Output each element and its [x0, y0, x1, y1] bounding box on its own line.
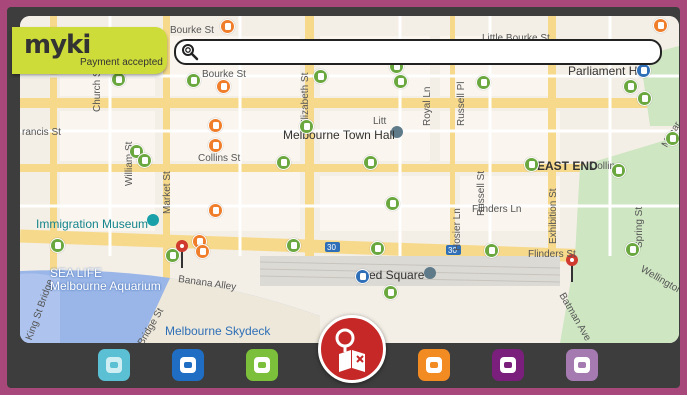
- street-label: Collins St: [198, 153, 241, 164]
- bus-icon: [426, 357, 442, 373]
- regional-train-icon: [500, 357, 516, 373]
- museum-icon: [147, 214, 159, 226]
- tram-stop-icon[interactable]: [611, 163, 626, 178]
- street-label: Bourke St: [170, 25, 214, 36]
- bus-stop-icon[interactable]: [208, 138, 223, 153]
- train-icon: [106, 357, 122, 373]
- search-input[interactable]: [204, 43, 648, 61]
- tram-mode-button[interactable]: [246, 349, 278, 381]
- route-badge-1: 30: [327, 243, 336, 252]
- street-label: Elizabeth St: [300, 72, 311, 126]
- place-label-sea-life-2[interactable]: Melbourne Aquarium: [50, 279, 161, 293]
- street-label: Market St: [162, 171, 173, 214]
- nearby-stops-icon: [335, 328, 365, 372]
- street-label: Exhibition St: [548, 188, 559, 244]
- search-icon[interactable]: [181, 43, 199, 61]
- bus-mode-button[interactable]: [418, 349, 450, 381]
- tram-stop-icon[interactable]: [276, 155, 291, 170]
- tram-stop-icon[interactable]: [186, 73, 201, 88]
- myki-logo: myki Payment accepted: [12, 27, 167, 74]
- tram-stop-icon[interactable]: [299, 119, 314, 134]
- tram-stop-icon[interactable]: [111, 72, 126, 87]
- tram-stop-icon[interactable]: [383, 285, 398, 300]
- nearby-stops-button[interactable]: [318, 315, 386, 383]
- tram-stop-icon[interactable]: [370, 241, 385, 256]
- street-label: Russell St: [476, 170, 487, 216]
- tram-stop-icon[interactable]: [476, 75, 491, 90]
- brand-name: myki: [24, 30, 91, 60]
- bus-stop-icon[interactable]: [653, 18, 668, 33]
- train-station-icon[interactable]: [636, 63, 651, 78]
- regional-mode-button[interactable]: [492, 349, 524, 381]
- place-label-east-end[interactable]: EAST END: [537, 159, 598, 173]
- street-label: Russell Pl: [456, 81, 467, 126]
- tram-stop-icon[interactable]: [637, 91, 652, 106]
- train-station-icon[interactable]: [355, 269, 370, 284]
- coach-mode-button[interactable]: [566, 349, 598, 381]
- street-label: Royal Ln: [422, 86, 433, 126]
- coach-icon: [574, 357, 590, 373]
- tram-stop-icon[interactable]: [137, 153, 152, 168]
- bus-stop-icon[interactable]: [216, 79, 231, 94]
- metro-train-icon: [180, 357, 196, 373]
- metro-mode-button[interactable]: [172, 349, 204, 381]
- app-frame: 30 30 Bourke St Little Bourke St Bourke …: [0, 0, 687, 395]
- bus-stop-icon[interactable]: [220, 19, 235, 34]
- tram-stop-icon[interactable]: [363, 155, 378, 170]
- street-label: Hosier Ln: [452, 208, 463, 251]
- bus-stop-icon[interactable]: [208, 203, 223, 218]
- payment-status: Payment accepted: [80, 57, 163, 68]
- train-mode-button[interactable]: [98, 349, 130, 381]
- bus-stop-icon[interactable]: [208, 118, 223, 133]
- place-label-immigration-museum[interactable]: Immigration Museum: [36, 217, 148, 231]
- tram-stop-icon[interactable]: [625, 242, 640, 257]
- tram-stop-icon[interactable]: [313, 69, 328, 84]
- tram-icon: [254, 357, 270, 373]
- tram-stop-icon[interactable]: [393, 74, 408, 89]
- place-label-parliament[interactable]: Parliament H: [568, 64, 637, 78]
- bus-stop-icon[interactable]: [195, 244, 210, 259]
- place-label-fed-square[interactable]: ed Square: [369, 268, 424, 282]
- street-label: Church St: [92, 67, 103, 112]
- street-label: Litt: [373, 116, 387, 127]
- place-label-sea-life-1[interactable]: SEA LIFE: [50, 266, 102, 280]
- tram-stop-icon[interactable]: [623, 79, 638, 94]
- street-label: rancis St: [22, 127, 61, 138]
- tram-stop-icon[interactable]: [524, 157, 539, 172]
- tram-stop-icon[interactable]: [50, 238, 65, 253]
- tram-stop-icon[interactable]: [484, 243, 499, 258]
- street-label: Flinders St: [528, 249, 576, 260]
- tram-stop-icon[interactable]: [165, 248, 180, 263]
- tram-stop-icon[interactable]: [286, 238, 301, 253]
- place-label-skydeck[interactable]: Melbourne Skydeck: [165, 324, 270, 338]
- tram-stop-icon[interactable]: [385, 196, 400, 211]
- search-bar[interactable]: [174, 39, 662, 65]
- tram-stop-icon[interactable]: [665, 131, 679, 146]
- landmark-icon: [424, 267, 436, 279]
